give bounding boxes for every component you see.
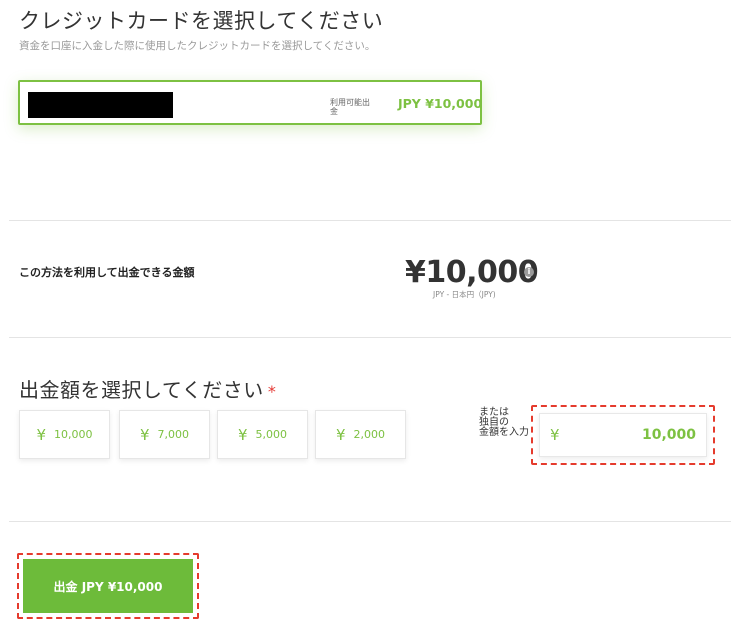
preset-amount-value: 10,000 <box>54 428 93 441</box>
yen-icon: ¥ <box>550 426 560 444</box>
divider <box>9 521 731 522</box>
info-icon[interactable]: i <box>524 267 534 277</box>
yen-icon: ¥ <box>36 425 47 444</box>
preset-amount-button[interactable]: ¥ 2,000 <box>315 410 406 459</box>
amount-section-title-text: 出金額を選択してください <box>19 378 264 402</box>
withdrawable-amount: ¥10,000 <box>405 255 539 290</box>
preset-amount-button[interactable]: ¥ 10,000 <box>19 410 110 459</box>
amount-section-title: 出金額を選択してください * <box>19 374 276 403</box>
divider <box>9 220 731 221</box>
card-available-amount: JPY ¥10,000 <box>398 96 483 111</box>
custom-amount-label: または 独自の 金額を入力 <box>479 408 539 438</box>
custom-amount-field[interactable]: ¥ 10,000 <box>539 413 707 457</box>
divider <box>9 337 731 338</box>
preset-amount-button[interactable]: ¥ 5,000 <box>217 410 308 459</box>
redacted-card-number <box>28 92 173 118</box>
yen-icon: ¥ <box>139 425 150 444</box>
card-section-title: クレジットカードを選択してください <box>19 9 384 33</box>
preset-amount-value: 5,000 <box>255 428 288 441</box>
card-section-subtitle: 資金を口座に入金した際に使用したクレジットカードを選択してください。 <box>19 40 376 52</box>
withdraw-button[interactable]: 出金 JPY ¥10,000 <box>23 559 193 613</box>
yen-icon: ¥ <box>237 425 248 444</box>
withdrawable-amount-label: この方法を利用して出金できる金額 <box>19 266 195 279</box>
yen-icon: ¥ <box>335 425 346 444</box>
available-withdrawal-label: 利用可能出金 <box>330 98 370 116</box>
preset-amount-value: 7,000 <box>157 428 190 441</box>
currency-caption: JPY - 日本円（JPY) <box>433 290 496 299</box>
custom-amount-input[interactable]: ¥ 10,000 <box>531 405 715 465</box>
credit-card-option[interactable]: 利用可能出金 JPY ¥10,000 <box>18 80 482 125</box>
submit-highlight: 出金 JPY ¥10,000 <box>17 553 199 619</box>
required-mark: * <box>267 382 277 401</box>
preset-amount-button[interactable]: ¥ 7,000 <box>119 410 210 459</box>
preset-amount-value: 2,000 <box>353 428 386 441</box>
custom-amount-value[interactable]: 10,000 <box>642 427 696 443</box>
custom-amount-label-line: 金額を入力 <box>479 427 529 438</box>
